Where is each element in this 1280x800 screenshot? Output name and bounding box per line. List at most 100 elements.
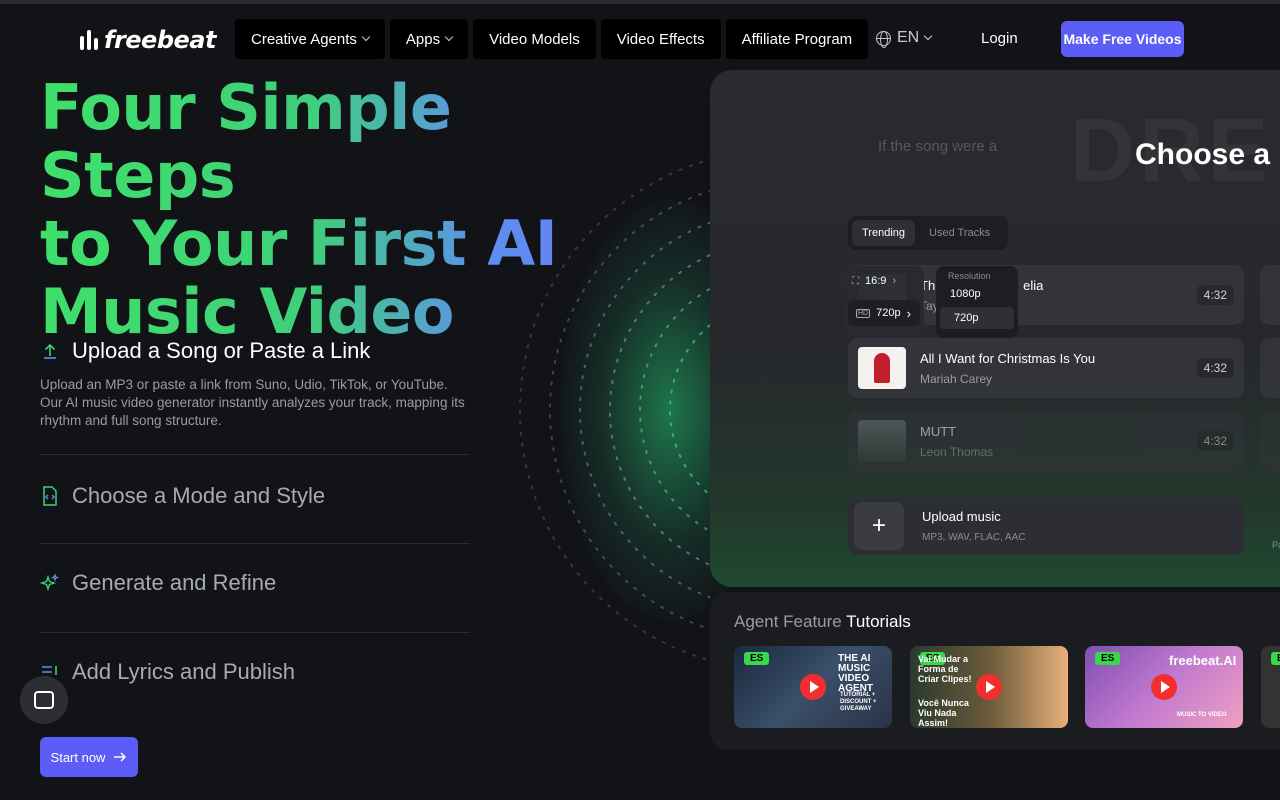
track-thumbnail xyxy=(858,420,906,462)
resolution-popup: Resolution 1080p 720p xyxy=(936,266,1018,338)
crop-icon: ⛶ xyxy=(852,275,859,287)
track-row[interactable]: All I Want for Christmas Is You Mariah C… xyxy=(848,338,1244,398)
freebeat-logo[interactable]: freebeat xyxy=(80,26,216,54)
step-choose-mode[interactable]: Choose a Mode and Style xyxy=(40,455,470,544)
tutorial-video-card[interactable]: ES Vai Mudar a Forma de Criar Clipes! Vo… xyxy=(910,646,1068,728)
side-track-card xyxy=(1260,338,1280,398)
nav-video-models[interactable]: Video Models xyxy=(473,19,596,59)
panel-hint: If the song were a xyxy=(878,138,998,155)
plus-icon: + xyxy=(854,502,904,550)
track-tabs: Trending Used Tracks xyxy=(848,216,1008,250)
resolution-option-720p[interactable]: 720p xyxy=(940,307,1014,329)
card-subtitle: Você Nunca Viu Nada Assim! xyxy=(918,698,969,728)
ring-dash xyxy=(669,323,710,497)
steps-list: Upload a Song or Paste a Link Upload an … xyxy=(40,330,470,703)
start-now-button[interactable]: Start now xyxy=(40,737,138,777)
ring-dash xyxy=(639,287,710,533)
nav-affiliate-program[interactable]: Affiliate Program xyxy=(725,19,869,59)
resolution-option-1080p[interactable]: 1080p xyxy=(936,283,1018,305)
play-icon xyxy=(800,674,826,700)
chevron-down-icon xyxy=(361,32,371,42)
side-label: Pa xyxy=(1272,540,1280,550)
top-border xyxy=(0,0,1280,4)
track-duration: 4:32 xyxy=(1196,285,1234,305)
start-now-label: Start now xyxy=(50,749,106,765)
card-title: freebeat.AI xyxy=(1169,653,1237,668)
login-link[interactable]: Login xyxy=(981,30,1018,47)
resolution-value: 720p xyxy=(876,307,901,319)
step-title: Add Lyrics and Publish xyxy=(72,659,295,684)
aspect-ratio-popup: ⛶ 16:9 › HD 720p › xyxy=(844,266,924,336)
resolution-label: Resolution xyxy=(948,271,991,281)
card-title: THE AI MUSIC VIDEO AGENT xyxy=(838,653,873,694)
nav-label: Creative Agents xyxy=(251,30,357,48)
tutorials-title-strong: Tutorials xyxy=(846,612,911,631)
nav-label: Apps xyxy=(405,30,441,48)
side-track-card xyxy=(1260,411,1280,471)
chat-widget-button[interactable] xyxy=(20,676,68,724)
ring-dash xyxy=(549,189,710,631)
step-title: Choose a Mode and Style xyxy=(72,483,326,508)
track-thumbnail xyxy=(858,347,906,389)
make-free-videos-button[interactable]: Make Free Videos xyxy=(1061,21,1184,57)
main-nav: Creative Agents Apps Video Models Video … xyxy=(235,19,869,59)
tutorials-section: Agent Feature Tutorials ES THE AI MUSIC … xyxy=(710,592,1280,750)
tutorial-video-card[interactable]: ES THE AI MUSIC VIDEO AGENT TUTORIAL + D… xyxy=(734,646,892,728)
card-title: Vai Mudar a Forma de Criar Clipes! xyxy=(918,654,972,684)
chevron-right-icon: › xyxy=(906,305,911,321)
step-title: Generate and Refine xyxy=(72,570,277,595)
track-artist: Mariah Carey xyxy=(920,371,993,386)
language-label: EN xyxy=(897,29,920,46)
upload-music-button[interactable]: + Upload music MP3, WAV, FLAC, AAC xyxy=(848,497,1244,555)
tutorials-title-prefix: Agent Feature xyxy=(734,612,842,631)
aspect-label: 16:9 xyxy=(865,275,887,287)
tutorial-video-card[interactable]: ES freebeat.AI MUSIC TO VIDEO xyxy=(1085,646,1243,728)
nav-creative-agents[interactable]: Creative Agents xyxy=(235,19,385,59)
sparkle-icon xyxy=(40,573,60,593)
track-name: MUTT xyxy=(920,423,957,439)
nav-video-effects[interactable]: Video Effects xyxy=(600,19,721,59)
language-badge: ES xyxy=(1095,652,1121,665)
play-icon xyxy=(1151,674,1177,700)
track-artist: Leon Thomas xyxy=(920,444,994,459)
nav-label: Video Effects xyxy=(616,30,705,48)
logo-text: freebeat xyxy=(104,26,216,54)
upload-icon xyxy=(40,341,60,361)
track-duration: 4:32 xyxy=(1196,431,1234,451)
track-name-tail: elia xyxy=(1023,277,1044,293)
step-title: Upload a Song or Paste a Link xyxy=(72,338,371,363)
chat-icon xyxy=(34,691,54,709)
upload-title: Upload music xyxy=(922,509,1001,524)
panel-title: Choose a xyxy=(1135,138,1271,171)
music-selection-panel: DRE If the song were a Choose a Trending… xyxy=(710,70,1280,587)
arrow-right-icon xyxy=(114,752,127,762)
track-name: All I Want for Christmas Is You xyxy=(920,350,1096,366)
step-description: Upload an MP3 or paste a link from Suno,… xyxy=(40,377,465,428)
card-subtitle: MUSIC TO VIDEO xyxy=(1177,712,1227,718)
side-track-card xyxy=(1260,265,1280,325)
language-badge: ES xyxy=(744,652,770,665)
step-generate[interactable]: Generate and Refine xyxy=(40,544,470,633)
chevron-down-icon xyxy=(923,31,933,41)
chevron-down-icon xyxy=(444,32,454,42)
file-code-icon xyxy=(40,486,60,506)
nav-apps[interactable]: Apps xyxy=(389,19,469,59)
nav-label: Affiliate Program xyxy=(741,30,853,48)
nav-label: Video Models xyxy=(489,30,580,48)
aspect-ratio-option[interactable]: ⛶ 16:9 › xyxy=(844,266,924,296)
tab-used-tracks[interactable]: Used Tracks xyxy=(919,220,1000,246)
chevron-right-icon: › xyxy=(892,275,897,287)
step-upload[interactable]: Upload a Song or Paste a Link Upload an … xyxy=(40,330,470,455)
track-duration: 4:32 xyxy=(1196,358,1234,378)
step-add-lyrics[interactable]: Add Lyrics and Publish xyxy=(40,633,470,703)
upload-formats: MP3, WAV, FLAC, AAC xyxy=(922,532,1026,543)
tutorial-video-card[interactable]: ES xyxy=(1261,646,1280,728)
language-selector[interactable]: EN xyxy=(876,29,933,48)
ring-dash xyxy=(579,221,710,599)
tutorials-title: Agent Feature Tutorials xyxy=(734,612,911,632)
language-badge: ES xyxy=(1271,652,1280,665)
ring-dash xyxy=(519,158,710,662)
track-row[interactable]: MUTT Leon Thomas 4:32 xyxy=(848,411,1244,471)
tab-trending[interactable]: Trending xyxy=(852,220,916,246)
resolution-option[interactable]: HD 720p › xyxy=(848,300,920,326)
